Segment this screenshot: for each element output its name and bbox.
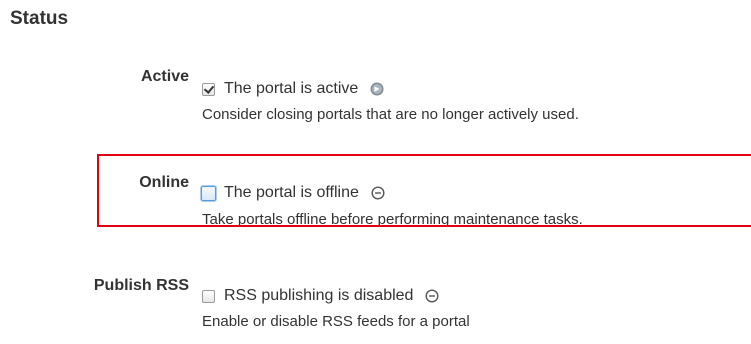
disabled-state-icon bbox=[425, 289, 439, 303]
section-title: Status bbox=[10, 8, 69, 29]
active-help-text: Consider closing portals that are no lon… bbox=[202, 106, 579, 123]
active-state-icon bbox=[370, 82, 384, 96]
setting-label-active: Active bbox=[140, 68, 189, 85]
rss-checkbox-label[interactable]: RSS publishing is disabled bbox=[224, 287, 413, 305]
rss-checkbox[interactable] bbox=[202, 289, 215, 303]
active-control: The portal is active bbox=[202, 78, 384, 100]
rss-control: RSS publishing is disabled bbox=[202, 285, 439, 307]
active-checkbox-label[interactable]: The portal is active bbox=[224, 80, 358, 98]
rss-help-text: Enable or disable RSS feeds for a portal bbox=[202, 313, 470, 330]
active-checkbox[interactable] bbox=[202, 82, 215, 96]
setting-label-publish-rss: Publish RSS bbox=[93, 277, 189, 294]
highlight-box bbox=[97, 154, 751, 227]
